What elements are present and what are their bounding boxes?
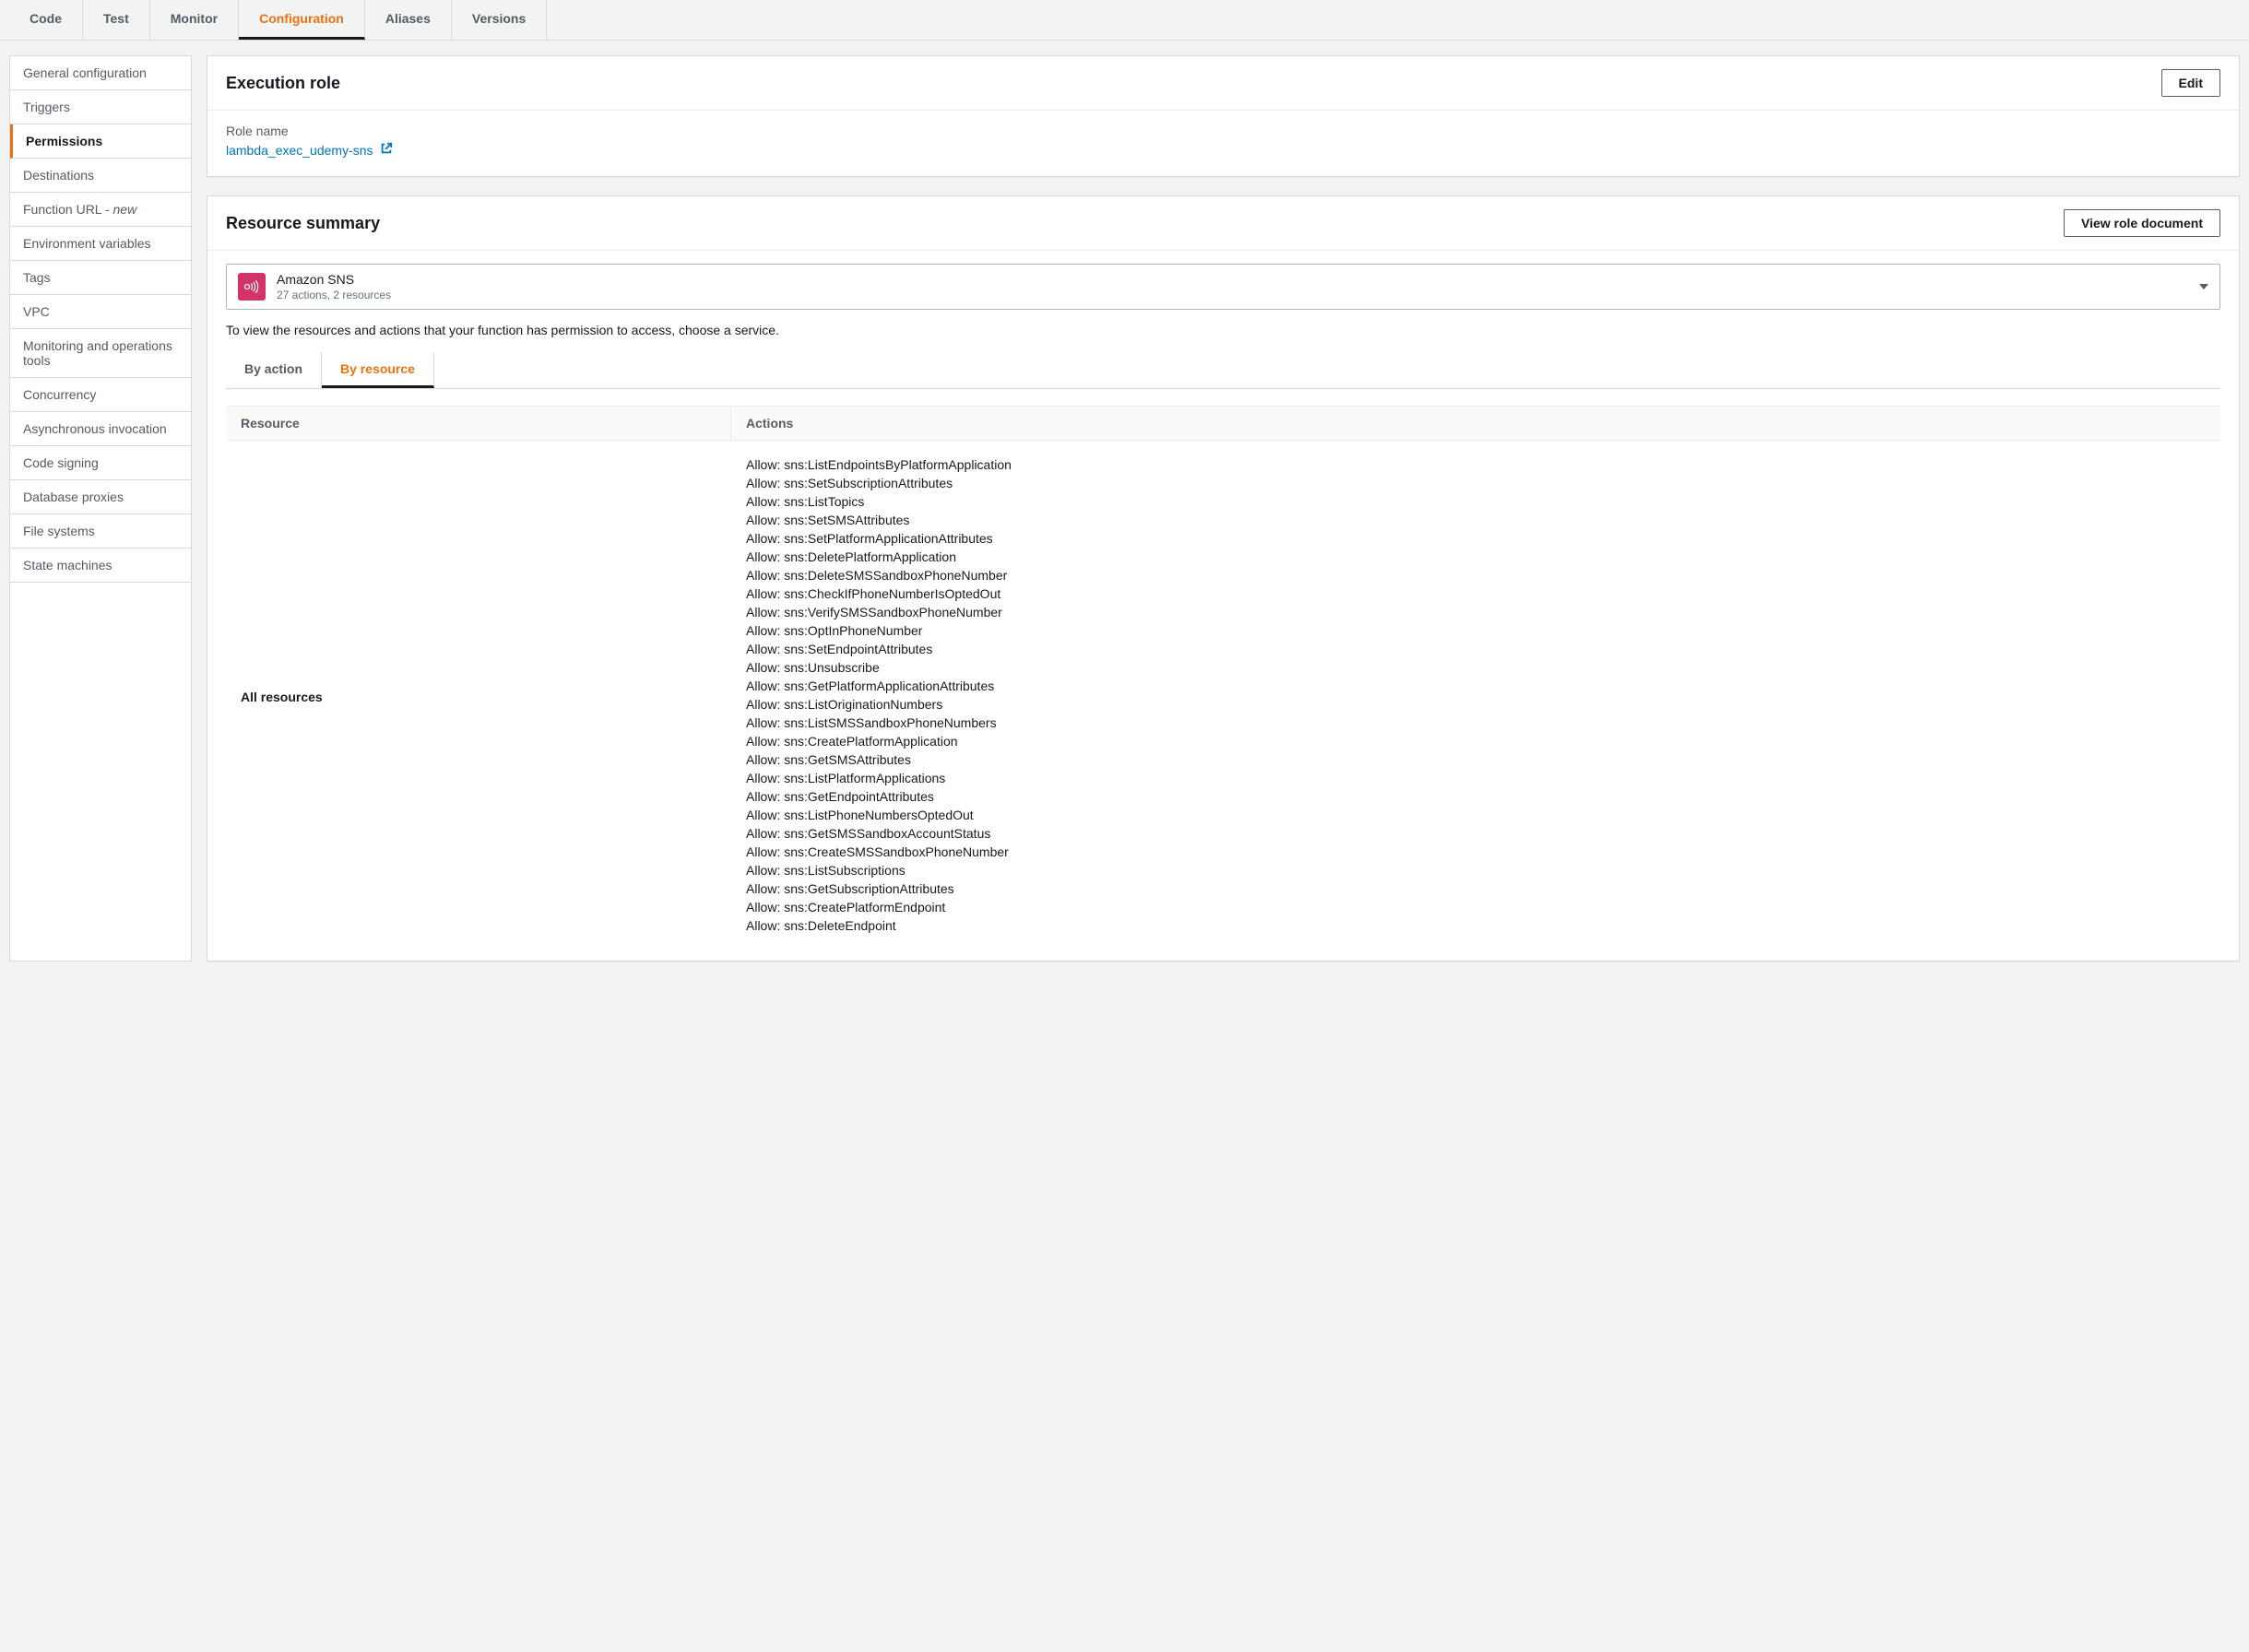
action-line: Allow: sns:DeletePlatformApplication bbox=[746, 549, 2206, 564]
sidebar-item-monitoring-and-operations-tools[interactable]: Monitoring and operations tools bbox=[10, 329, 191, 378]
action-line: Allow: sns:GetPlatformApplicationAttribu… bbox=[746, 678, 2206, 693]
action-line: Allow: sns:CreatePlatformEndpoint bbox=[746, 900, 2206, 914]
role-name-label: Role name bbox=[226, 124, 2220, 138]
action-line: Allow: sns:DeleteSMSSandboxPhoneNumber bbox=[746, 568, 2206, 583]
action-line: Allow: sns:CreateSMSSandboxPhoneNumber bbox=[746, 844, 2206, 859]
sidebar-item-triggers[interactable]: Triggers bbox=[10, 90, 191, 124]
tab-monitor[interactable]: Monitor bbox=[150, 0, 239, 40]
table-row: All resources Allow: sns:ListEndpointsBy… bbox=[226, 441, 2220, 942]
sidebar-item-vpc[interactable]: VPC bbox=[10, 295, 191, 329]
action-line: Allow: sns:DeleteEndpoint bbox=[746, 918, 2206, 933]
action-line: Allow: sns:CreatePlatformApplication bbox=[746, 734, 2206, 749]
action-line: Allow: sns:CheckIfPhoneNumberIsOptedOut bbox=[746, 586, 2206, 601]
action-line: Allow: sns:GetSMSSandboxAccountStatus bbox=[746, 826, 2206, 841]
sidebar-item-code-signing[interactable]: Code signing bbox=[10, 446, 191, 480]
resource-summary-panel: Resource summary View role document bbox=[207, 195, 2240, 962]
sns-service-icon bbox=[238, 273, 266, 301]
chevron-down-icon bbox=[2199, 284, 2208, 289]
sidebar-item-destinations[interactable]: Destinations bbox=[10, 159, 191, 193]
service-name: Amazon SNS bbox=[277, 272, 391, 287]
column-header-actions: Actions bbox=[731, 407, 2220, 440]
external-link-icon bbox=[380, 142, 393, 158]
action-line: Allow: sns:ListTopics bbox=[746, 494, 2206, 509]
actions-cell: Allow: sns:ListEndpointsByPlatformApplic… bbox=[731, 457, 2220, 937]
tab-code[interactable]: Code bbox=[9, 0, 83, 40]
tab-aliases[interactable]: Aliases bbox=[365, 0, 452, 40]
sidebar-item-file-systems[interactable]: File systems bbox=[10, 514, 191, 549]
action-line: Allow: sns:GetSMSAttributes bbox=[746, 752, 2206, 767]
action-line: Allow: sns:ListPlatformApplications bbox=[746, 771, 2206, 785]
edit-button[interactable]: Edit bbox=[2161, 69, 2220, 97]
resource-cell: All resources bbox=[226, 457, 731, 937]
action-line: Allow: sns:ListSubscriptions bbox=[746, 863, 2206, 878]
tab-configuration[interactable]: Configuration bbox=[239, 0, 365, 40]
action-line: Allow: sns:ListEndpointsByPlatformApplic… bbox=[746, 457, 2206, 472]
sidebar-item-general-configuration[interactable]: General configuration bbox=[10, 56, 191, 90]
sidebar-item-environment-variables[interactable]: Environment variables bbox=[10, 227, 191, 261]
action-line: Allow: sns:ListPhoneNumbersOptedOut bbox=[746, 808, 2206, 822]
action-line: Allow: sns:ListSMSSandboxPhoneNumbers bbox=[746, 715, 2206, 730]
action-line: Allow: sns:SetPlatformApplicationAttribu… bbox=[746, 531, 2206, 546]
action-line: Allow: sns:SetEndpointAttributes bbox=[746, 642, 2206, 656]
tab-versions[interactable]: Versions bbox=[452, 0, 547, 40]
tab-test[interactable]: Test bbox=[83, 0, 150, 40]
resource-table: Resource Actions All resources Allow: sn… bbox=[226, 406, 2220, 942]
action-line: Allow: sns:SetSubscriptionAttributes bbox=[746, 476, 2206, 490]
role-name-value: lambda_exec_udemy-sns bbox=[226, 143, 373, 158]
config-sidebar: General configurationTriggersPermissions… bbox=[9, 55, 192, 962]
sidebar-item-tags[interactable]: Tags bbox=[10, 261, 191, 295]
resource-help-text: To view the resources and actions that y… bbox=[226, 323, 2220, 337]
sidebar-item-function-url[interactable]: Function URL - new bbox=[10, 193, 191, 227]
action-line: Allow: sns:GetSubscriptionAttributes bbox=[746, 881, 2206, 896]
action-line: Allow: sns:OptInPhoneNumber bbox=[746, 623, 2206, 638]
top-tabs: CodeTestMonitorConfigurationAliasesVersi… bbox=[0, 0, 2249, 41]
sub-tab-by-resource[interactable]: By resource bbox=[322, 352, 434, 388]
resource-sub-tabs: By actionBy resource bbox=[226, 352, 2220, 389]
action-line: Allow: sns:ListOriginationNumbers bbox=[746, 697, 2206, 712]
sidebar-item-concurrency[interactable]: Concurrency bbox=[10, 378, 191, 412]
sidebar-item-database-proxies[interactable]: Database proxies bbox=[10, 480, 191, 514]
resource-summary-title: Resource summary bbox=[226, 214, 380, 233]
view-role-document-button[interactable]: View role document bbox=[2064, 209, 2220, 237]
action-line: Allow: sns:Unsubscribe bbox=[746, 660, 2206, 675]
action-line: Allow: sns:VerifySMSSandboxPhoneNumber bbox=[746, 605, 2206, 620]
action-line: Allow: sns:GetEndpointAttributes bbox=[746, 789, 2206, 804]
column-header-resource: Resource bbox=[226, 407, 731, 440]
sub-tab-by-action[interactable]: By action bbox=[226, 352, 322, 388]
execution-role-title: Execution role bbox=[226, 74, 340, 93]
service-subtext: 27 actions, 2 resources bbox=[277, 289, 391, 301]
sidebar-item-state-machines[interactable]: State machines bbox=[10, 549, 191, 583]
service-dropdown[interactable]: Amazon SNS 27 actions, 2 resources bbox=[226, 264, 2220, 310]
sidebar-item-permissions[interactable]: Permissions bbox=[10, 124, 191, 159]
execution-role-panel: Execution role Edit Role name lambda_exe… bbox=[207, 55, 2240, 177]
role-name-link[interactable]: lambda_exec_udemy-sns bbox=[226, 143, 393, 158]
action-line: Allow: sns:SetSMSAttributes bbox=[746, 513, 2206, 527]
new-badge: new bbox=[113, 202, 137, 217]
sidebar-item-asynchronous-invocation[interactable]: Asynchronous invocation bbox=[10, 412, 191, 446]
